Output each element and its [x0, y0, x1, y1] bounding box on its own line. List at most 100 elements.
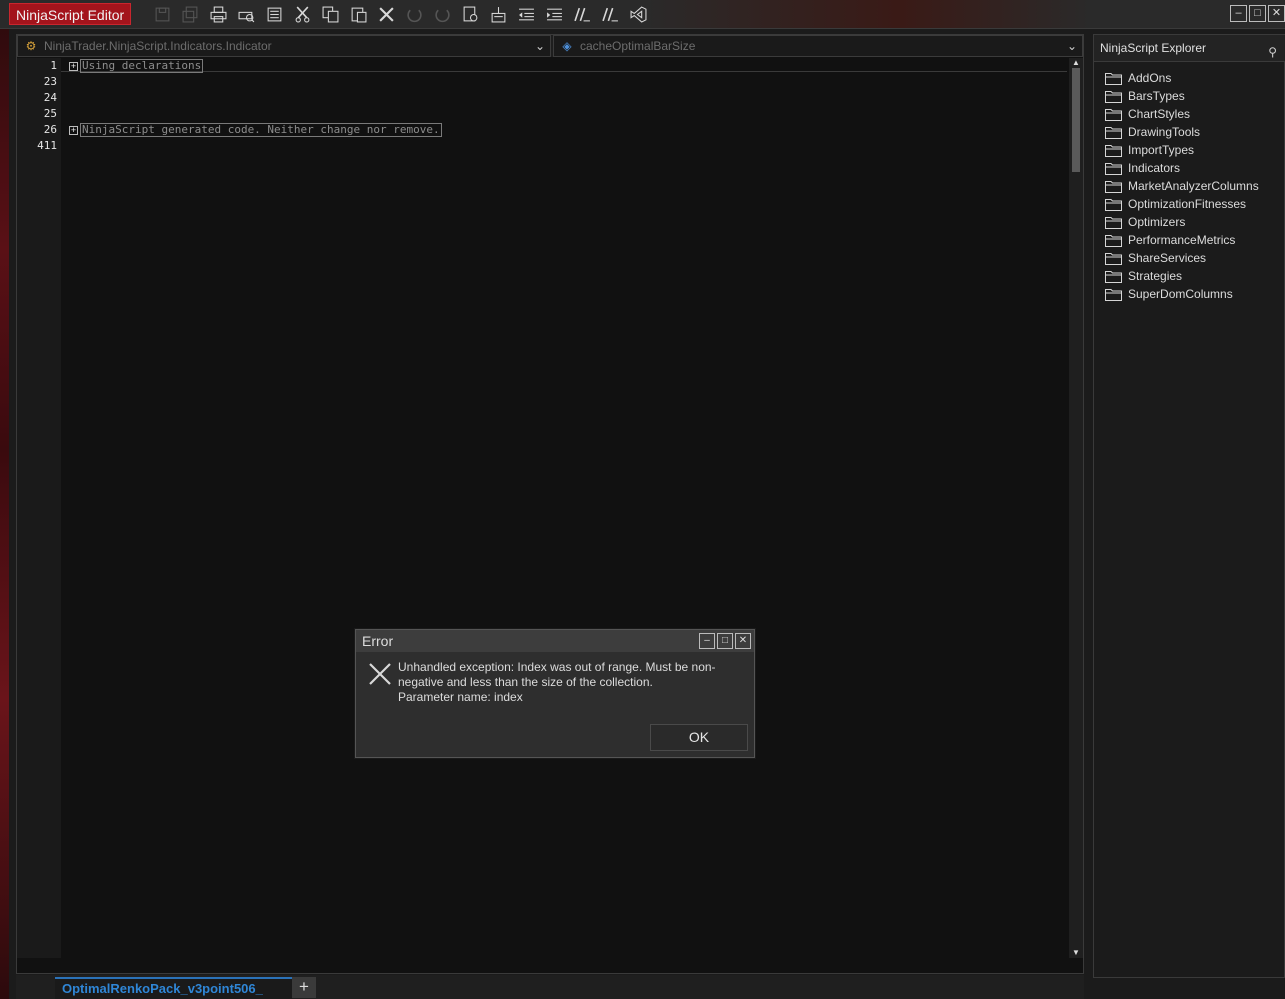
folder-label: PerformanceMetrics [1128, 233, 1236, 247]
expand-icon[interactable]: + [69, 125, 78, 135]
region-label[interactable]: NinjaScript generated code. Neither chan… [80, 123, 442, 137]
print-icon[interactable] [204, 4, 232, 25]
visual-studio-icon[interactable] [624, 4, 652, 25]
folder-icon [1105, 162, 1122, 175]
line-number: 26 [43, 123, 57, 136]
folder-icon [1105, 216, 1122, 229]
minimize-icon[interactable]: – [699, 633, 715, 649]
member-dropdown-value: cacheOptimalBarSize [580, 39, 696, 53]
dialog-title-bar: Error – □ ✕ [356, 630, 754, 652]
find-icon[interactable] [456, 4, 484, 25]
copy-icon[interactable] [316, 4, 344, 25]
ninjascript-explorer: NinjaScript Explorer ⚲ AddOns BarsTypes Ch… [1093, 34, 1285, 978]
line-number: 25 [43, 107, 57, 120]
save-icon[interactable] [148, 4, 176, 25]
outdent-icon[interactable] [512, 4, 540, 25]
navigation-bar: ⚙ NinjaTrader.NinjaScript.Indicators.Ind… [17, 35, 1083, 57]
folder-item[interactable]: MarketAnalyzerColumns [1105, 177, 1259, 195]
comment-icon[interactable] [568, 4, 596, 25]
properties-icon[interactable] [260, 4, 288, 25]
folder-icon [1105, 288, 1122, 301]
vertical-scrollbar[interactable]: ▲ ▼ [1069, 58, 1083, 958]
explorer-title-text: NinjaScript Explorer [1100, 41, 1207, 55]
error-dialog: Error – □ ✕ Unhandled exception: Index w… [355, 629, 755, 758]
folder-item[interactable]: AddOns [1105, 69, 1259, 87]
maximize-icon[interactable]: □ [1249, 5, 1266, 22]
class-dropdown-value: NinjaTrader.NinjaScript.Indicators.Indic… [44, 39, 272, 53]
tab-optimal-renko-pack[interactable]: OptimalRenkoPack_v3point506_ [55, 977, 292, 999]
current-line-highlight [61, 58, 1067, 72]
cut-icon[interactable] [288, 4, 316, 25]
document-tab-strip: OptimalRenkoPack_v3point506_ + [16, 975, 1084, 999]
minimize-icon[interactable]: – [1230, 5, 1247, 22]
window-title: NinjaScript Editor [9, 3, 132, 25]
dialog-title: Error [362, 633, 394, 649]
add-tab-button[interactable]: + [292, 977, 316, 998]
scroll-down-icon[interactable]: ▼ [1071, 948, 1081, 958]
folder-item[interactable]: ShareServices [1105, 249, 1259, 267]
folder-label: OptimizationFitnesses [1128, 197, 1247, 211]
error-message-line: negative and less than the size of the c… [398, 675, 653, 689]
uncomment-icon[interactable] [596, 4, 624, 25]
region-label[interactable]: Using declarations [80, 59, 204, 73]
ninjascript-editor-window: NinjaScript Editor – □ ✕ ⚙ NinjaTrader.N… [0, 0, 1285, 999]
folder-label: ChartStyles [1128, 107, 1191, 121]
folder-item[interactable]: Indicators [1105, 159, 1259, 177]
folder-label: ShareServices [1128, 251, 1207, 265]
class-icon: ⚙ [25, 39, 37, 53]
folder-item[interactable]: ChartStyles [1105, 105, 1259, 123]
dialog-controls: – □ ✕ [699, 633, 751, 649]
folder-label: MarketAnalyzerColumns [1128, 179, 1259, 193]
folder-label: DrawingTools [1128, 125, 1201, 139]
undo-icon[interactable] [400, 4, 428, 25]
ok-button[interactable]: OK [650, 724, 748, 751]
folder-icon [1105, 108, 1122, 121]
error-x-icon [368, 662, 392, 686]
member-dropdown[interactable]: ◈ cacheOptimalBarSize ⌄ [553, 35, 1083, 57]
folder-icon [1105, 270, 1122, 283]
close-icon[interactable]: ✕ [735, 633, 751, 649]
folder-icon [1105, 90, 1122, 103]
folder-label: ImportTypes [1128, 143, 1195, 157]
close-icon[interactable]: ✕ [1268, 5, 1285, 22]
scrollbar-thumb[interactable] [1072, 68, 1080, 172]
delete-icon[interactable] [372, 4, 400, 25]
folder-label: AddOns [1128, 71, 1172, 85]
scroll-up-icon[interactable]: ▲ [1071, 58, 1081, 68]
error-message: Unhandled exception: Index was out of ra… [398, 660, 738, 705]
folder-tree: AddOns BarsTypes ChartStyles DrawingTools Im… [1105, 69, 1259, 303]
maximize-icon[interactable]: □ [717, 633, 733, 649]
paste-icon[interactable] [344, 4, 372, 25]
chevron-down-icon: ⌄ [534, 39, 545, 53]
code-region: + NinjaScript generated code. Neither ch… [69, 123, 442, 137]
line-number: 411 [37, 139, 57, 152]
redo-icon[interactable] [428, 4, 456, 25]
code-text-area[interactable]: + Using declarations + NinjaScript gener… [61, 58, 1069, 958]
folder-item[interactable]: BarsTypes [1105, 87, 1259, 105]
field-icon: ◈ [562, 39, 572, 53]
folder-label: BarsTypes [1128, 89, 1185, 103]
folder-item[interactable]: PerformanceMetrics [1105, 231, 1259, 249]
pin-icon[interactable]: ⚲ [1268, 39, 1277, 66]
print-preview-icon[interactable] [232, 4, 260, 25]
code-region: + Using declarations [69, 59, 204, 73]
folder-item[interactable]: Strategies [1105, 267, 1259, 285]
indent-icon[interactable] [540, 4, 568, 25]
folder-label: Optimizers [1128, 215, 1186, 229]
explorer-title: NinjaScript Explorer ⚲ [1094, 35, 1285, 62]
folder-item[interactable]: DrawingTools [1105, 123, 1259, 141]
folder-icon [1105, 198, 1122, 211]
folder-label: Strategies [1128, 269, 1183, 283]
class-dropdown[interactable]: ⚙ NinjaTrader.NinjaScript.Indicators.Ind… [17, 35, 551, 57]
compile-icon[interactable] [484, 4, 512, 25]
folder-item[interactable]: SuperDomColumns [1105, 285, 1259, 303]
folder-label: Indicators [1128, 161, 1181, 175]
folder-label: SuperDomColumns [1128, 287, 1233, 301]
folder-item[interactable]: ImportTypes [1105, 141, 1259, 159]
line-number: 24 [43, 91, 57, 104]
folder-item[interactable]: OptimizationFitnesses [1105, 195, 1259, 213]
save-all-icon[interactable] [176, 4, 204, 25]
folder-item[interactable]: Optimizers [1105, 213, 1259, 231]
window-controls: – □ ✕ [1230, 5, 1285, 22]
expand-icon[interactable]: + [69, 61, 78, 71]
